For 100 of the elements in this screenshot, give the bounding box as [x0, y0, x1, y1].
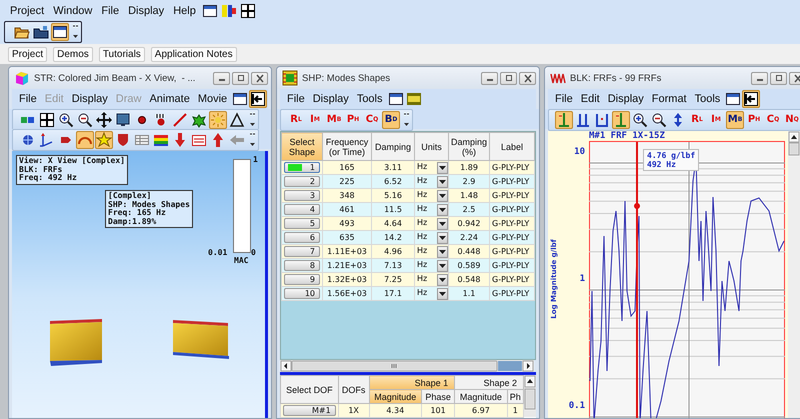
dropdown-button[interactable] [437, 260, 448, 272]
menu-item[interactable]: File [283, 91, 309, 107]
link-button[interactable]: Demos [53, 46, 93, 62]
column-header[interactable]: Frequency (or Time) [322, 132, 372, 160]
link-button[interactable]: Tutorials [98, 46, 145, 62]
menu-item[interactable]: Display [68, 91, 112, 107]
close-button[interactable] [251, 72, 268, 84]
table-cell: 635 [322, 230, 372, 244]
select-shape-button[interactable]: 1 [284, 162, 320, 173]
dropdown-button[interactable] [437, 162, 448, 174]
toolbar-button[interactable] [228, 111, 246, 129]
cursor-line[interactable] [634, 142, 640, 418]
column-header[interactable]: Units [414, 132, 448, 160]
table-cell-text: Hz [416, 218, 428, 226]
menu-item[interactable]: Project [6, 2, 48, 18]
toolbar-button[interactable] [57, 111, 75, 129]
select-shape-button[interactable]: 8 [284, 260, 320, 271]
toolbar-button[interactable] [32, 23, 50, 41]
table-cell: 4.34 [369, 404, 422, 418]
column-header[interactable]: Phase [421, 390, 455, 404]
menu-item[interactable]: Display [124, 2, 168, 18]
column-header[interactable]: DOFs [338, 376, 370, 404]
toolbar-button[interactable] [231, 90, 250, 108]
menu-item[interactable]: File [97, 2, 124, 18]
menu-item[interactable]: Window [49, 2, 96, 18]
menu-item[interactable]: Display [604, 91, 648, 107]
menu-item[interactable]: Format [648, 91, 691, 107]
dropdown-button[interactable] [437, 274, 448, 286]
minimize-button[interactable] [751, 72, 768, 84]
table-cell-text: Hz [416, 176, 428, 184]
dock-window-icon [250, 91, 266, 107]
column-header[interactable]: Magnitude [454, 390, 508, 404]
menu-item[interactable]: Animate [145, 91, 194, 107]
toolbar-button[interactable] [631, 111, 649, 129]
toolbar-button[interactable] [38, 111, 56, 129]
select-shape-button[interactable]: 7 [284, 246, 320, 257]
toolbar-button[interactable] [742, 90, 760, 108]
column-header[interactable]: Select Shape [282, 132, 322, 160]
table-cell: 7.13 [372, 258, 414, 272]
menu-item[interactable]: Tools [352, 91, 386, 107]
select-shape-button[interactable]: 6 [284, 232, 320, 243]
select-dof-button[interactable]: M#1 [283, 405, 336, 416]
toolbar-button[interactable] [76, 111, 94, 129]
caret-icon [439, 236, 446, 240]
select-shape-button[interactable]: 9 [284, 274, 320, 285]
select-shape-button[interactable]: 3 [284, 190, 320, 201]
column-header[interactable]: Damping (%) [448, 132, 490, 160]
column-header[interactable]: Damping [372, 132, 414, 160]
column-header[interactable]: Label [490, 132, 534, 160]
table-cell: 7.25 [372, 272, 414, 286]
toolbar-button[interactable] [593, 111, 611, 129]
close-icon [254, 74, 266, 82]
close-button[interactable] [519, 72, 536, 84]
menu-item[interactable]: File [551, 91, 577, 107]
link-button[interactable]: Project [8, 46, 48, 62]
table-cell: 6.97 [454, 404, 508, 418]
menu-item[interactable]: Edit [576, 91, 604, 107]
toolbar-button[interactable] [95, 111, 113, 129]
select-shape-button[interactable]: 10 [284, 288, 320, 299]
beam-drawing [50, 319, 102, 366]
dropdown-button[interactable] [437, 246, 448, 258]
plot-title: M#1 FRF 1X-15Z [589, 131, 666, 141]
menu-item[interactable]: Tools [690, 91, 724, 107]
column-header[interactable]: Select DOF [280, 376, 338, 404]
select-shape-button[interactable]: 2 [284, 176, 320, 187]
toolbar-button[interactable] [386, 90, 404, 108]
table-cell: 1.89 [448, 160, 490, 174]
minimize-button[interactable] [481, 72, 498, 84]
column-header[interactable]: Shape 2 [454, 376, 524, 390]
minimize-button[interactable] [213, 72, 230, 84]
column-header[interactable]: Shape 1 [369, 376, 455, 390]
link-button[interactable]: Application Notes [150, 46, 237, 62]
dropdown-button[interactable] [437, 204, 448, 216]
restore-button[interactable] [500, 72, 517, 84]
toolbar-button[interactable] [574, 111, 592, 129]
restore-button[interactable] [770, 72, 787, 84]
dropdown-button[interactable] [437, 176, 448, 188]
dropdown-button[interactable] [437, 218, 448, 230]
bar-marker-icon [594, 112, 610, 128]
restore-button[interactable] [232, 72, 249, 84]
toolbar-button[interactable] [51, 23, 69, 41]
table-cell: 17.1 [372, 286, 414, 300]
dropdown-button[interactable] [437, 288, 448, 300]
menu-item[interactable]: Display [308, 91, 353, 107]
toolbar-button[interactable] [114, 111, 132, 129]
toolbar-button[interactable] [650, 111, 668, 129]
toolbar-button[interactable] [249, 90, 268, 108]
dropdown-button[interactable] [437, 232, 448, 244]
select-shape-button[interactable]: 5 [284, 218, 320, 229]
column-header[interactable]: Magnitude [369, 390, 422, 404]
table-cell: G-PLY-PLY [490, 216, 534, 230]
toolbar-button[interactable] [238, 2, 257, 20]
toolbar-button[interactable] [724, 90, 742, 108]
menu-item[interactable]: Help [169, 2, 200, 18]
menu-item[interactable]: Movie [194, 91, 232, 107]
select-shape-button[interactable]: 4 [284, 204, 320, 215]
table-cell-text: Hz [416, 274, 428, 282]
table-cell: 0.589 [448, 258, 490, 272]
dropdown-button[interactable] [437, 190, 448, 202]
menu-item[interactable]: File [15, 91, 41, 107]
